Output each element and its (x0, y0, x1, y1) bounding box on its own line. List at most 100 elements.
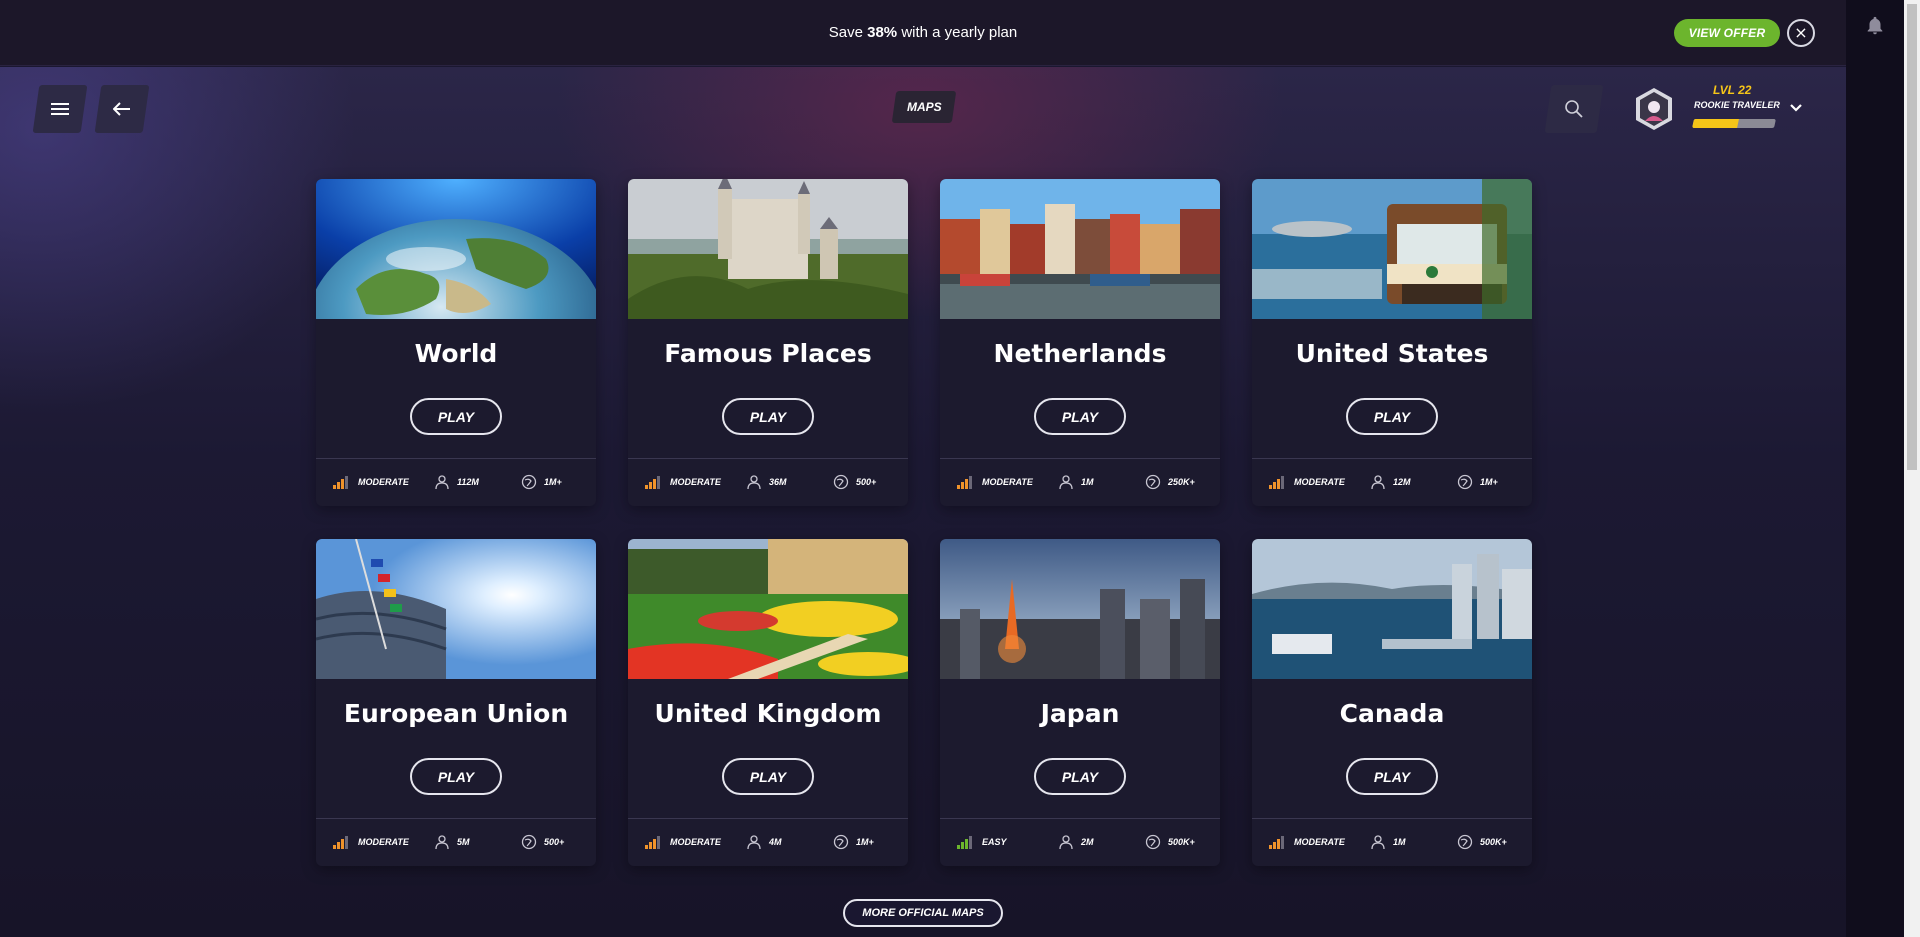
players-icon (435, 835, 449, 850)
main-area: MAPS LVL 22 ROOKIE TRAVELER World PLAY M… (0, 67, 1846, 937)
map-title: Japan (1040, 699, 1120, 728)
divider (316, 458, 596, 459)
level-label: LVL 22 (1713, 83, 1752, 97)
map-card[interactable]: World PLAY MODERATE 112M 1M+ (316, 179, 596, 506)
divider (628, 818, 908, 819)
play-button[interactable]: PLAY (1034, 398, 1126, 435)
explorers-count: 500K+ (1168, 837, 1195, 847)
map-title: Canada (1339, 699, 1445, 728)
map-card[interactable]: Netherlands PLAY MODERATE 1M 250K+ (940, 179, 1220, 506)
menu-icon (51, 103, 69, 115)
search-icon (1565, 100, 1583, 118)
map-thumbnail[interactable] (940, 539, 1220, 679)
play-button[interactable]: PLAY (410, 758, 502, 795)
map-title: United Kingdom (654, 699, 882, 728)
close-promo-button[interactable]: × (1787, 19, 1815, 47)
map-thumbnail[interactable] (628, 179, 908, 319)
xp-progress-fill (1692, 119, 1740, 128)
difficulty-icon (333, 836, 348, 849)
map-stats: MODERATE 1M 500K+ (1252, 832, 1532, 852)
explorers-count: 1M+ (544, 477, 562, 487)
promo-text: Save 38% with a yearly plan (828, 24, 1018, 41)
scrollbar-thumb[interactable] (1907, 4, 1917, 470)
back-button[interactable] (94, 85, 150, 133)
explorers-icon (521, 834, 537, 850)
explorers-count: 1M+ (1480, 477, 1498, 487)
map-card[interactable]: Famous Places PLAY MODERATE 36M 500+ (628, 179, 908, 506)
difficulty-label: MODERATE (358, 477, 409, 487)
players-count: 2M (1081, 837, 1094, 847)
divider (940, 818, 1220, 819)
play-button[interactable]: PLAY (722, 398, 814, 435)
map-thumbnail[interactable] (316, 179, 596, 319)
search-button[interactable] (1544, 85, 1604, 133)
explorers-icon (833, 834, 849, 850)
map-stats: MODERATE 5M 500+ (316, 832, 596, 852)
players-icon (747, 475, 761, 490)
difficulty-label: MODERATE (358, 837, 409, 847)
map-stats: MODERATE 112M 1M+ (316, 472, 596, 492)
map-stats: MODERATE 4M 1M+ (628, 832, 908, 852)
players-icon (747, 835, 761, 850)
play-button[interactable]: PLAY (1346, 398, 1438, 435)
map-card[interactable]: Canada PLAY MODERATE 1M 500K+ (1252, 539, 1532, 866)
play-button[interactable]: PLAY (410, 398, 502, 435)
map-card[interactable]: United Kingdom PLAY MODERATE 4M 1M+ (628, 539, 908, 866)
map-thumbnail[interactable] (940, 179, 1220, 319)
view-offer-button[interactable]: VIEW OFFER (1674, 19, 1780, 47)
map-thumbnail[interactable] (628, 539, 908, 679)
players-icon (1059, 475, 1073, 490)
map-stats: MODERATE 36M 500+ (628, 472, 908, 492)
difficulty-label: EASY (982, 837, 1007, 847)
play-button[interactable]: PLAY (722, 758, 814, 795)
divider (1252, 818, 1532, 819)
divider (316, 818, 596, 819)
difficulty-label: MODERATE (982, 477, 1033, 487)
scrollbar[interactable] (1904, 0, 1920, 937)
explorers-icon (1145, 474, 1161, 490)
bell-icon[interactable] (1864, 15, 1886, 37)
difficulty-icon (1269, 836, 1284, 849)
map-thumbnail[interactable] (316, 539, 596, 679)
difficulty-icon (645, 836, 660, 849)
explorers-icon (833, 474, 849, 490)
map-stats: EASY 2M 500K+ (940, 832, 1220, 852)
avatar[interactable] (1634, 87, 1674, 131)
divider (1252, 458, 1532, 459)
explorers-icon (1145, 834, 1161, 850)
map-title: United States (1295, 339, 1489, 368)
difficulty-label: MODERATE (670, 837, 721, 847)
players-count: 1M (1393, 837, 1406, 847)
menu-button[interactable] (32, 85, 88, 133)
difficulty-icon (645, 476, 660, 489)
map-thumbnail[interactable] (1252, 539, 1532, 679)
play-button[interactable]: PLAY (1346, 758, 1438, 795)
map-card[interactable]: European Union PLAY MODERATE 5M 500+ (316, 539, 596, 866)
arrow-left-icon (113, 102, 130, 116)
players-count: 12M (1393, 477, 1411, 487)
promo-banner: Save 38% with a yearly plan VIEW OFFER × (0, 0, 1846, 66)
explorers-icon (521, 474, 537, 490)
page-title: MAPS (891, 91, 957, 123)
more-official-maps-button[interactable]: MORE OFFICIAL MAPS (843, 899, 1003, 927)
difficulty-icon (1269, 476, 1284, 489)
players-count: 5M (457, 837, 470, 847)
players-count: 1M (1081, 477, 1094, 487)
notification-rail (1846, 0, 1904, 937)
difficulty-label: MODERATE (670, 477, 721, 487)
explorers-count: 500K+ (1480, 837, 1507, 847)
map-title: Netherlands (993, 339, 1167, 368)
map-title: Famous Places (664, 339, 872, 368)
map-card[interactable]: United States PLAY MODERATE 12M 1M+ (1252, 179, 1532, 506)
play-button[interactable]: PLAY (1034, 758, 1126, 795)
map-thumbnail[interactable] (1252, 179, 1532, 319)
difficulty-icon (957, 836, 972, 849)
difficulty-label: MODERATE (1294, 477, 1345, 487)
players-count: 4M (769, 837, 782, 847)
explorers-icon (1457, 474, 1473, 490)
explorers-count: 1M+ (856, 837, 874, 847)
chevron-down-icon[interactable] (1789, 103, 1803, 113)
players-count: 36M (769, 477, 787, 487)
map-card[interactable]: Japan PLAY EASY 2M 500K+ (940, 539, 1220, 866)
players-icon (1371, 835, 1385, 850)
